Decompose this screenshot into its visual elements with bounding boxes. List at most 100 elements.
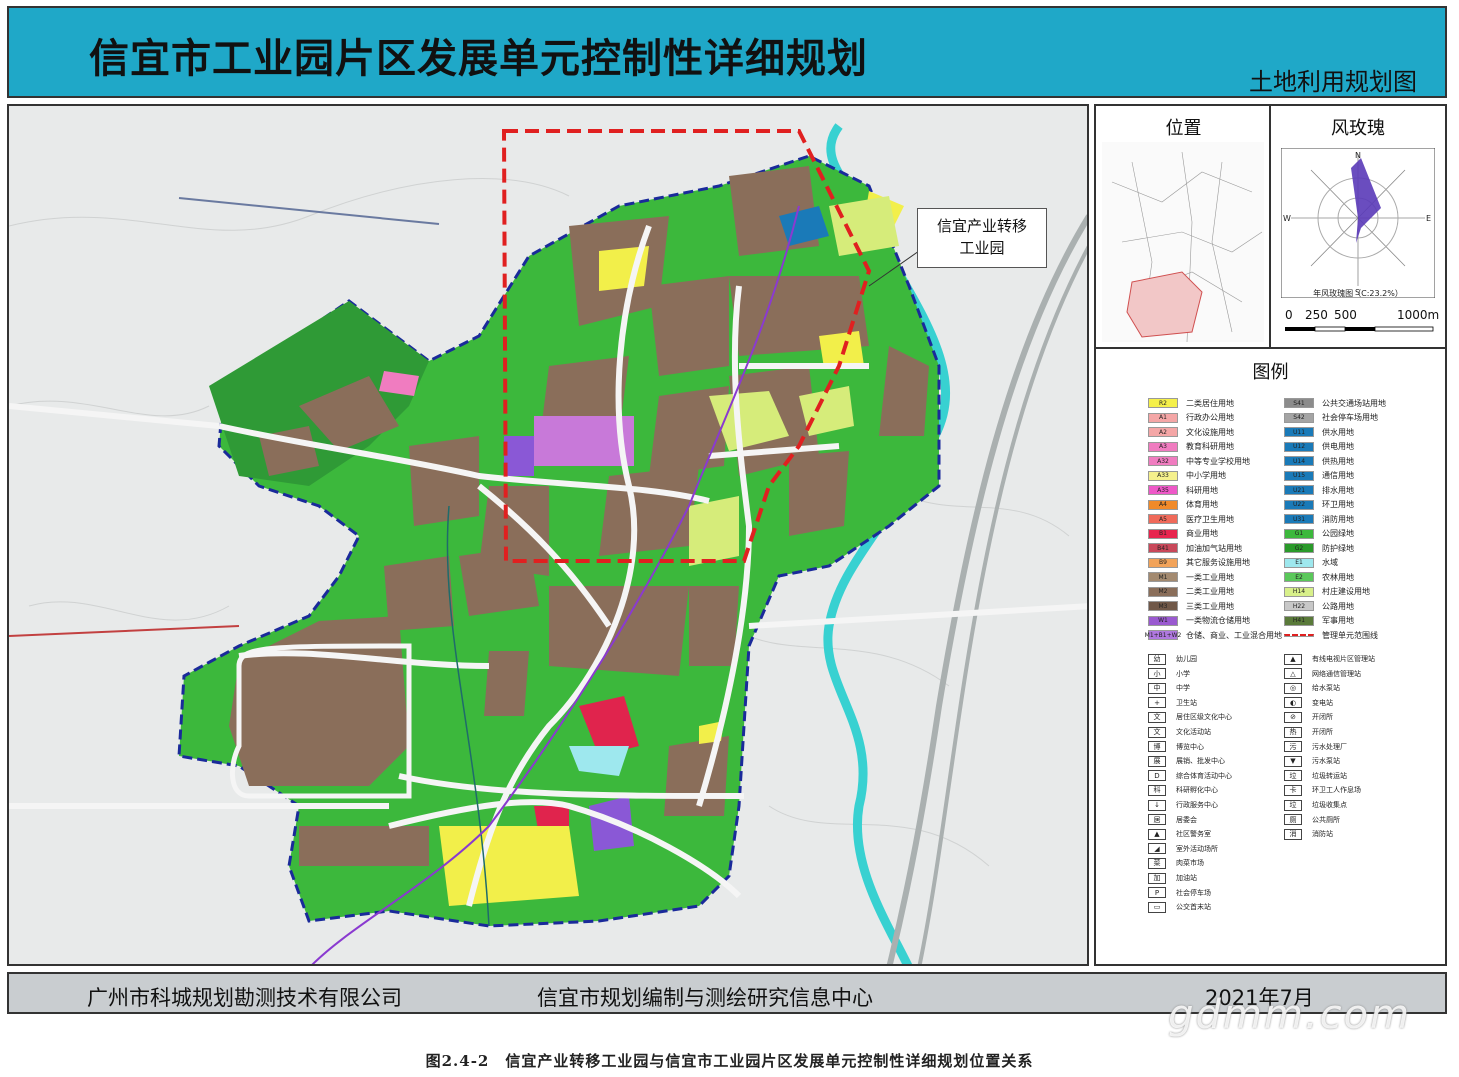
symbols-right-column: ▲ 有线电视片区管理站 △ 网络通信管理站 ◎ 给水泵站 ◐ 变电站 ⊘ 开闭所热开闭所污污水处理… bbox=[1284, 652, 1444, 852]
legend-item: R2 二类居住用地 bbox=[1148, 396, 1234, 410]
scale-label-0: 0 bbox=[1285, 308, 1293, 322]
symbol-item: 热 开闭所 bbox=[1284, 725, 1333, 739]
legend-item: U14 供热用地 bbox=[1284, 454, 1354, 468]
legend-item: A5 医疗卫生用地 bbox=[1148, 512, 1234, 526]
symbol-label: 消防站 bbox=[1312, 830, 1333, 839]
legend-label: 通信用地 bbox=[1322, 471, 1354, 480]
location-inset: 位置 bbox=[1096, 106, 1271, 349]
symbol-item: 居 居委会 bbox=[1148, 813, 1197, 827]
symbol-item: P 社会停车场 bbox=[1148, 886, 1211, 900]
symbol-icon: ▼ bbox=[1284, 755, 1302, 767]
legend-label: 防护绿地 bbox=[1322, 543, 1354, 553]
legend-swatch: S42 bbox=[1284, 412, 1314, 423]
legend-item: U21 排水用地 bbox=[1284, 483, 1354, 497]
legend-item: S42 社会停车场用地 bbox=[1284, 411, 1378, 425]
legend-swatch: G2 bbox=[1284, 543, 1314, 553]
legend-label: 一类工业用地 bbox=[1186, 572, 1234, 582]
symbol-item: 中 中学 bbox=[1148, 681, 1190, 695]
legend-swatch: U15 bbox=[1284, 470, 1314, 481]
symbol-label: 中学 bbox=[1176, 684, 1190, 693]
legend-item: A2 文化设施用地 bbox=[1148, 425, 1234, 439]
legend-label: 体育用地 bbox=[1186, 500, 1218, 509]
symbol-icon: 菜 bbox=[1148, 857, 1166, 869]
legend-swatch: U12 bbox=[1284, 441, 1314, 452]
symbol-label: 展销、批发中心 bbox=[1176, 757, 1225, 766]
symbol-icon: △ bbox=[1284, 668, 1302, 680]
legend-item: H14 村庄建设用地 bbox=[1284, 585, 1370, 599]
symbol-item: ⊘ 开闭所 bbox=[1284, 710, 1333, 724]
symbol-icon: 小 bbox=[1148, 668, 1166, 680]
symbol-label: 文化活动站 bbox=[1176, 728, 1211, 736]
symbol-icon: 加 bbox=[1148, 872, 1166, 884]
footer-center: 信宜市规划编制与测绘研究信息中心 bbox=[537, 986, 873, 1010]
symbol-item: ▭ 公交首末站 bbox=[1148, 900, 1211, 914]
symbol-icon: D bbox=[1148, 770, 1166, 782]
legend-label: 供电用地 bbox=[1322, 442, 1354, 451]
legend-swatch: A35 bbox=[1148, 485, 1178, 495]
symbol-item: 垃 垃圾收集点 bbox=[1284, 798, 1347, 812]
symbol-item: ↓ 行政服务中心 bbox=[1148, 798, 1218, 812]
symbol-icon: 幼 bbox=[1148, 653, 1166, 665]
symbol-icon: 垃 bbox=[1284, 770, 1302, 782]
symbol-icon: ◢ bbox=[1148, 843, 1166, 855]
symbol-label: 污水处理厂 bbox=[1312, 742, 1347, 751]
legend-swatch bbox=[1284, 633, 1314, 637]
symbol-item: 卡 环卫工人作息场 bbox=[1284, 783, 1361, 797]
legend-swatch: A5 bbox=[1148, 514, 1178, 524]
legend-label: 二类工业用地 bbox=[1186, 587, 1234, 596]
legend-item: 管理单元范围线 bbox=[1284, 628, 1378, 642]
legend-label: 其它服务设施用地 bbox=[1186, 558, 1250, 567]
legend-label: 军事用地 bbox=[1322, 616, 1354, 625]
windrose-inset: 风玫瑰 N E S W 年风玫瑰图（C:23.2%） 0 250 500 100… bbox=[1271, 106, 1445, 349]
legend-label: 三类工业用地 bbox=[1186, 601, 1234, 611]
symbol-icon: ◐ bbox=[1284, 697, 1302, 709]
symbol-icon: ▲ bbox=[1284, 653, 1302, 665]
legend-label: 公园绿地 bbox=[1322, 529, 1354, 538]
title-banner: 信宜市工业园片区发展单元控制性详细规划 土地利用规划图 bbox=[7, 6, 1447, 98]
symbol-label: 居住区级文化中心 bbox=[1176, 713, 1232, 722]
figure-caption: 图2.4-2 信宜产业转移工业园与信宜市工业园片区发展单元控制性详细规划位置关系 bbox=[425, 1052, 1034, 1070]
legend-swatch: S41 bbox=[1284, 398, 1314, 408]
legend-item: H41 军事用地 bbox=[1284, 614, 1354, 628]
location-title: 位置 bbox=[1165, 118, 1202, 139]
symbol-label: 行政服务中心 bbox=[1176, 801, 1218, 809]
symbol-label: 开闭所 bbox=[1312, 713, 1333, 722]
symbol-label: 小学 bbox=[1176, 669, 1190, 678]
legend-swatch: H41 bbox=[1284, 615, 1314, 626]
legend-item: S41 公共交通场站用地 bbox=[1284, 396, 1386, 410]
symbol-icon: ▭ bbox=[1148, 901, 1166, 913]
side-panel: 位置 风玫瑰 N E S W 年风玫瑰图（C:23.2%） 0 250 500 … bbox=[1094, 104, 1447, 966]
symbol-label: 社区警务室 bbox=[1176, 830, 1211, 839]
legend-label: 一类物流仓储用地 bbox=[1186, 616, 1250, 625]
symbol-icon: 文 bbox=[1148, 726, 1166, 738]
symbol-label: 开闭所 bbox=[1312, 728, 1333, 736]
callout-line-2: 工业园 bbox=[959, 239, 1005, 257]
legend-label: 农林用地 bbox=[1322, 572, 1354, 582]
symbol-icon: ◎ bbox=[1284, 682, 1302, 694]
legend-item: B1 商业用地 bbox=[1148, 527, 1218, 541]
legend-swatch: H22 bbox=[1284, 601, 1314, 611]
symbol-label: 综合体育活动中心 bbox=[1176, 771, 1232, 780]
symbol-label: 污水泵站 bbox=[1312, 757, 1340, 766]
legend-label: 仓储、商业、工业混合用地 bbox=[1186, 630, 1282, 640]
industrial-park-callout: 信宜产业转移 工业园 bbox=[917, 208, 1047, 268]
legend-swatch: M3 bbox=[1148, 601, 1178, 611]
symbol-label: 垃圾收集点 bbox=[1312, 801, 1347, 809]
symbol-icon: 垃 bbox=[1284, 799, 1302, 811]
legend-title: 图例 bbox=[1252, 362, 1289, 383]
legend-item: B41 加油加气站用地 bbox=[1148, 541, 1242, 555]
legend-swatch: H14 bbox=[1284, 586, 1314, 597]
legend-label: 商业用地 bbox=[1186, 529, 1218, 538]
symbol-item: D 综合体育活动中心 bbox=[1148, 769, 1232, 783]
symbol-item: 消 消防站 bbox=[1284, 827, 1333, 841]
symbols-left-column: 幼幼儿园小小学中中学 + 卫生站文居住区级文化中心文文化活动站博博览中心展展销、批发… bbox=[1148, 652, 1288, 914]
symbol-item: ◢ 室外活动场所 bbox=[1148, 842, 1218, 856]
legend-item: B9 其它服务设施用地 bbox=[1148, 556, 1250, 570]
symbol-item: 科 科研孵化中心 bbox=[1148, 783, 1218, 797]
legend-swatch: M1 bbox=[1148, 572, 1178, 582]
legend-label: 水域 bbox=[1322, 558, 1338, 567]
symbol-item: + 卫生站 bbox=[1148, 696, 1197, 710]
symbol-label: 博览中心 bbox=[1176, 742, 1204, 751]
legend-swatch: M2 bbox=[1148, 586, 1178, 597]
legend-label: 文化设施用地 bbox=[1186, 427, 1234, 437]
